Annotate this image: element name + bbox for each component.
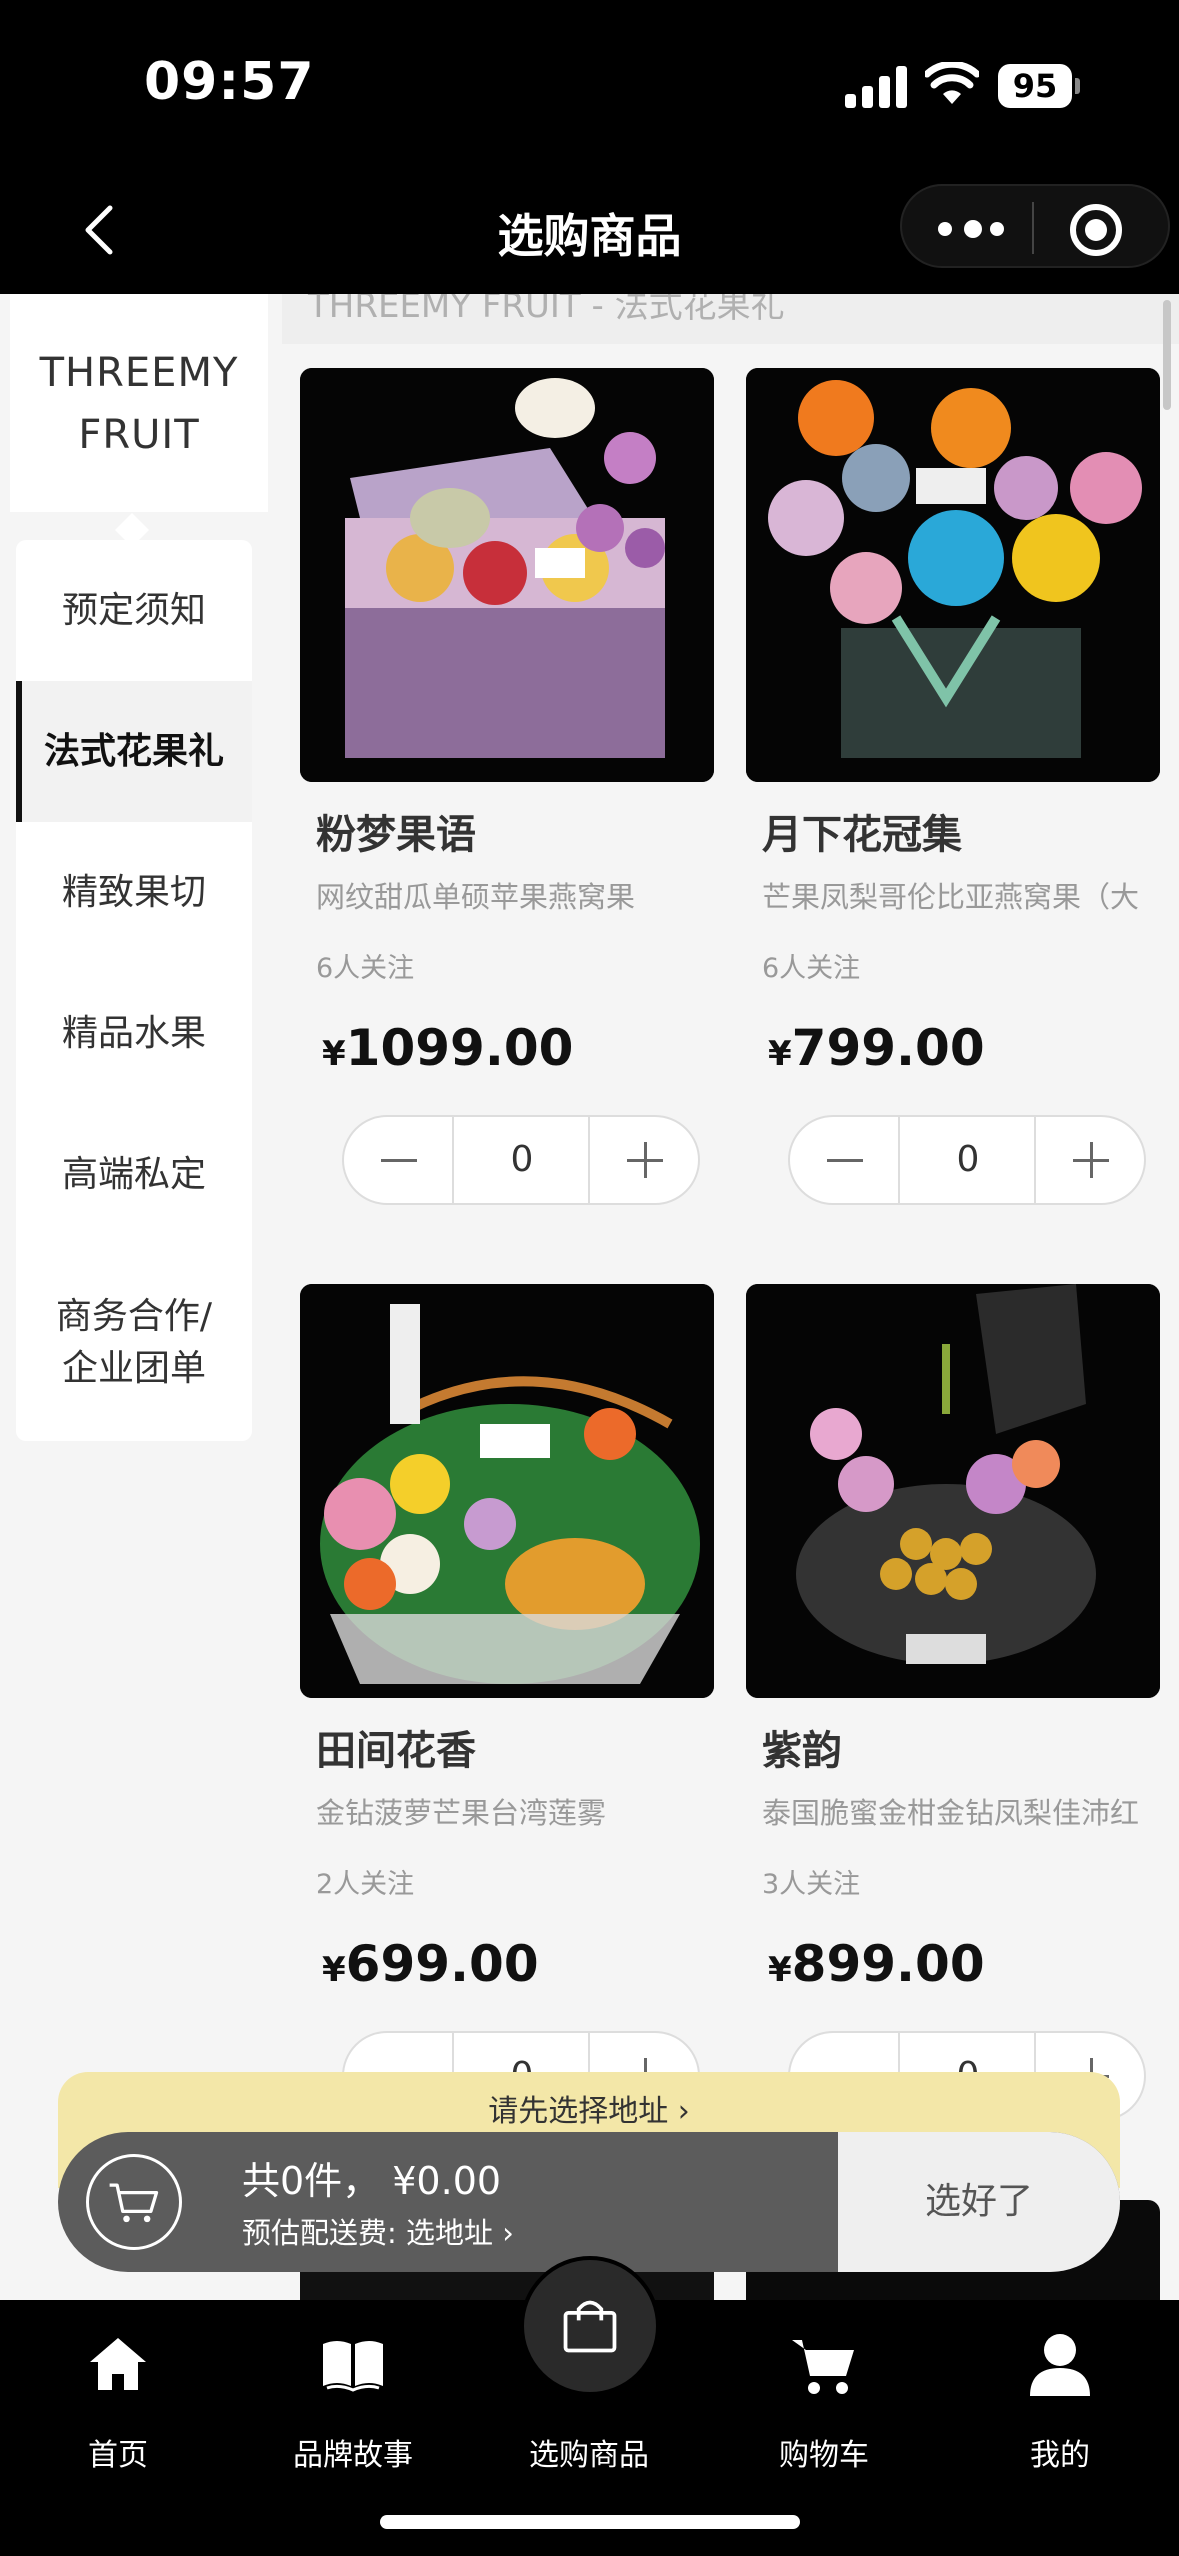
product-price: ¥699.00 [300,1935,720,1993]
cart-bar: 共0件， ¥0.00 预估配送费: 选地址 › 选好了 [58,2132,1120,2272]
price-value: 899.00 [791,1935,985,1993]
close-miniprogram-icon[interactable] [1070,204,1122,256]
shop-tab-highlight[interactable] [520,2256,660,2396]
product-desc: 泰国脆蜜金柑金钻凤梨佳沛红 [762,1796,1140,1830]
product-list: THREEMY FRUIT - 法式花果礼 粉梦果语 网纹甜瓜单硕苹果燕窝果 6… [282,294,1179,2300]
product-followers: 6人关注 [762,953,861,984]
product-desc: 芒果凤梨哥伦比亚燕窝果（大 [762,880,1140,914]
product-desc: 网纹甜瓜单硕苹果燕窝果 [316,880,636,914]
product-name: 田间花香 [316,1728,476,1774]
product-name: 紫韵 [762,1728,842,1774]
product-name: 粉梦果语 [316,812,476,858]
category-business[interactable]: 商务合作/企业团单 [16,1245,252,1441]
price-value: 699.00 [345,1935,539,1993]
category-premium-fruit[interactable]: 精品水果 [16,963,252,1104]
checkout-button[interactable]: 选好了 [838,2132,1120,2272]
status-bar: 09:57 95 [0,0,1179,170]
shopping-bag-icon [563,2300,617,2353]
product-price: ¥799.00 [746,1019,1166,1077]
decrement-button[interactable] [344,1117,454,1203]
currency-symbol: ¥ [322,1034,346,1074]
status-time: 09:57 [144,52,315,112]
tab-label: 首页 [88,2438,148,2473]
home-icon [90,2338,146,2390]
product-followers: 6人关注 [316,953,415,984]
product-desc: 金钻菠萝芒果台湾莲雾 [316,1796,607,1830]
navbar: 选购商品 [0,170,1179,294]
quantity-stepper: 0 [342,1115,700,1205]
cart-icon [792,2340,854,2394]
product-price: ¥1099.00 [300,1019,720,1077]
wifi-icon [925,62,979,104]
currency-symbol: ¥ [322,1950,346,1990]
book-icon [323,2341,383,2392]
cart-total: 共0件， ¥0.00 [242,2159,502,2203]
category-custom[interactable]: 高端私定 [16,1104,252,1245]
product-card[interactable]: 月下花冠集 芒果凤梨哥伦比亚燕窝果（大 6人关注 ¥799.00 0 [746,368,1166,1205]
increment-button[interactable] [588,1117,698,1203]
product-followers: 2人关注 [316,1869,415,1900]
quantity-stepper: 0 [788,1115,1146,1205]
product-card[interactable]: 紫韵 泰国脆蜜金柑金钻凤梨佳沛红 3人关注 ¥899.00 0 [746,1284,1166,2121]
quantity-value[interactable]: 0 [454,1117,590,1203]
content-area: THREEMY FRUIT 预定须知 法式花果礼 精致果切 精品水果 高端私定 … [0,294,1179,2300]
quantity-value[interactable]: 0 [900,1117,1036,1203]
category-booking-notice[interactable]: 预定须知 [16,540,252,681]
category-fruit-cuts[interactable]: 精致果切 [16,822,252,963]
more-icon[interactable] [938,218,1008,238]
section-title: THREEMY FRUIT - 法式花果礼 [282,294,1179,344]
home-indicator [380,2515,800,2529]
category-business-label: 商务合作/企业团单 [55,1296,213,1389]
price-value: 799.00 [791,1019,985,1077]
decrement-button[interactable] [790,1117,900,1203]
brand-line2: FRUIT [78,412,200,458]
cart-button[interactable] [86,2154,182,2250]
category-sidebar: THREEMY FRUIT 预定须知 法式花果礼 精致果切 精品水果 高端私定 … [0,294,282,2300]
brand-logo: THREEMY FRUIT [10,294,268,512]
product-card[interactable]: 田间花香 金钻菠萝芒果台湾莲雾 2人关注 ¥699.00 0 [300,1284,720,2121]
product-followers: 3人关注 [762,1869,861,1900]
product-price: ¥899.00 [746,1935,1166,1993]
product-name: 月下花冠集 [762,812,962,858]
currency-symbol: ¥ [768,1034,792,1074]
price-value: 1099.00 [345,1019,574,1077]
user-icon [1030,2334,1090,2396]
capsule-divider [1032,202,1034,254]
product-image[interactable] [746,368,1160,782]
increment-button[interactable] [1034,1117,1144,1203]
miniprogram-capsule [900,184,1170,268]
tab-label: 选购商品 [529,2438,649,2473]
tab-label: 我的 [1030,2438,1090,2473]
product-image[interactable] [300,368,714,782]
delivery-fee[interactable]: 预估配送费: 选地址 › [242,2210,514,2252]
product-image[interactable] [746,1284,1160,1698]
tab-label: 购物车 [779,2438,869,2473]
battery-tip [1075,78,1080,94]
product-image[interactable] [300,1284,714,1698]
tab-label: 品牌故事 [293,2438,413,2473]
battery-indicator: 95 [998,64,1072,108]
brand-line1: THREEMY [39,350,239,396]
category-list: 预定须知 法式花果礼 精致果切 精品水果 高端私定 商务合作/企业团单 [16,540,252,1441]
category-french-fruit-gift[interactable]: 法式花果礼 [16,681,252,822]
currency-symbol: ¥ [768,1950,792,1990]
product-card[interactable]: 粉梦果语 网纹甜瓜单硕苹果燕窝果 6人关注 ¥1099.00 0 [300,368,720,1205]
cart-icon [109,2183,159,2223]
signal-icon [845,66,909,108]
